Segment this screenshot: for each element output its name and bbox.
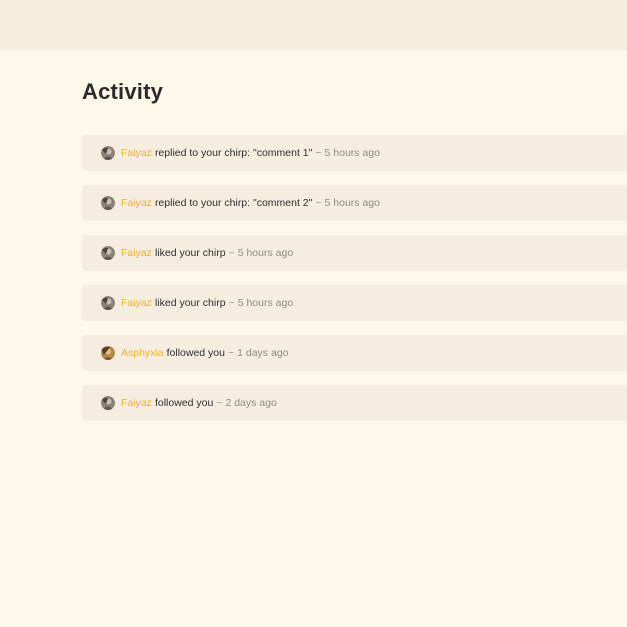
user-link[interactable]: Asphyxia	[121, 347, 164, 359]
user-avatar[interactable]	[101, 346, 115, 360]
activity-item[interactable]: Faiyaz liked your chirp ~ 5 hours ago	[82, 235, 627, 271]
top-navbar	[0, 0, 627, 50]
timestamp: 5 hours ago	[324, 197, 380, 209]
user-link[interactable]: Faiyaz	[121, 397, 152, 409]
activity-action: followed you	[166, 347, 225, 359]
activity-action: liked your chirp	[154, 247, 226, 259]
activity-item[interactable]: Faiyaz replied to your chirp: "comment 1…	[82, 135, 627, 171]
activity-item[interactable]: Faiyaz liked your chirp ~ 5 hours ago	[82, 285, 627, 321]
separator: ~	[315, 147, 322, 159]
activity-action: replied to your chirp: "comment 2"	[154, 197, 313, 209]
activity-item[interactable]: Asphyxia followed you ~ 1 days ago	[82, 335, 627, 371]
activity-action: liked your chirp	[154, 297, 226, 309]
user-link[interactable]: Faiyaz	[121, 147, 152, 159]
user-link[interactable]: Faiyaz	[121, 247, 152, 259]
user-avatar[interactable]	[101, 396, 115, 410]
activity-item[interactable]: Faiyaz followed you ~ 2 days ago	[82, 385, 627, 421]
activity-list: Faiyaz replied to your chirp: "comment 1…	[82, 135, 627, 435]
user-avatar[interactable]	[101, 146, 115, 160]
separator: ~	[227, 347, 235, 359]
page-title: Activity	[82, 79, 164, 104]
timestamp: 5 hours ago	[237, 247, 294, 259]
separator: ~	[315, 197, 322, 209]
separator: ~	[216, 397, 223, 409]
user-avatar[interactable]	[101, 246, 115, 260]
activity-item[interactable]: Faiyaz replied to your chirp: "comment 2…	[82, 185, 627, 221]
activity-action: followed you	[154, 397, 214, 409]
activity-action: replied to your chirp: "comment 1"	[154, 147, 313, 159]
timestamp: 5 hours ago	[237, 297, 294, 309]
timestamp: 5 hours ago	[324, 147, 380, 159]
user-avatar[interactable]	[101, 196, 115, 210]
user-avatar[interactable]	[101, 296, 115, 310]
timestamp: 1 days ago	[237, 347, 289, 359]
user-link[interactable]: Faiyaz	[121, 197, 152, 209]
separator: ~	[228, 297, 235, 309]
timestamp: 2 days ago	[225, 397, 277, 409]
user-link[interactable]: Faiyaz	[121, 297, 152, 309]
separator: ~	[228, 247, 235, 259]
